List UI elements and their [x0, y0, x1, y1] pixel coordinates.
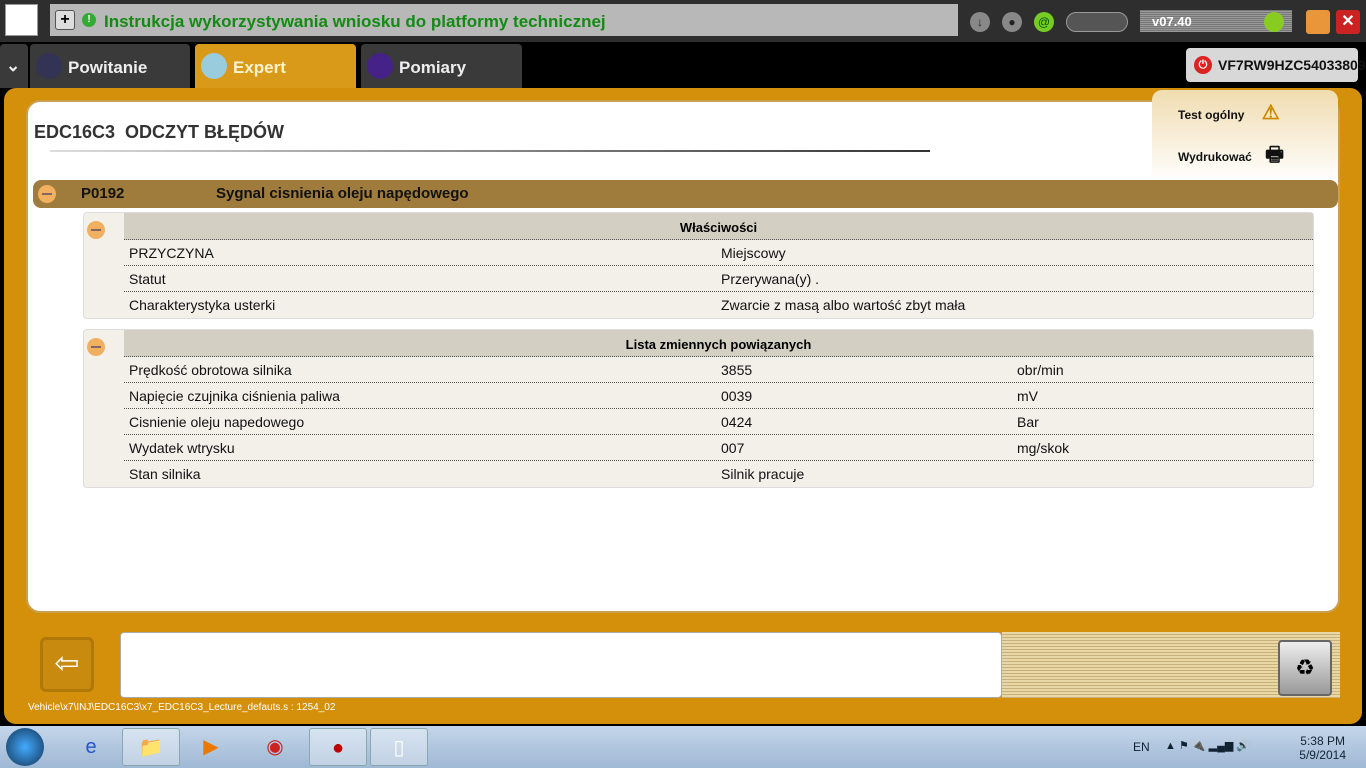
- fault-code: P0192: [81, 185, 125, 202]
- print-button[interactable]: Wydrukować 🖶: [1178, 140, 1284, 174]
- variables-table: Lista zmiennych powiązanych Prędkość obr…: [83, 329, 1314, 488]
- collapse-icon[interactable]: [87, 221, 105, 239]
- vin-label: VF7RW9HZC54033809: [1218, 57, 1366, 73]
- fault-description: Sygnal cisnienia oleju napędowego: [216, 185, 469, 202]
- table-header: Lista zmiennych powiązanych: [124, 330, 1313, 357]
- tab-label: Powitanie: [68, 58, 148, 77]
- document-icon[interactable]: ▯: [370, 728, 428, 766]
- recycle-bin-button[interactable]: ♻: [1278, 640, 1332, 696]
- row-value: 007: [721, 440, 745, 456]
- table-row: Prędkość obrotowa silnika 3855 obr/min: [124, 357, 1313, 383]
- volume-slider[interactable]: [1066, 12, 1128, 32]
- app-icon[interactable]: ●: [309, 728, 367, 766]
- power-icon: ⏻: [1194, 56, 1212, 74]
- row-value: 0039: [721, 388, 753, 404]
- chrome-icon[interactable]: ◉: [246, 728, 304, 766]
- message-box: [120, 632, 1002, 698]
- divider: [50, 150, 930, 152]
- tab-expert[interactable]: Expert: [195, 44, 356, 88]
- email-icon[interactable]: @: [1034, 12, 1054, 32]
- row-value: Silnik pracuje: [721, 466, 805, 482]
- tray-icons[interactable]: ▲ ⚑ 🔌 ▂▄▆ 🔊: [1165, 739, 1250, 752]
- collapse-icon[interactable]: [87, 338, 105, 356]
- page-title: EDC16C3 ODCZYT BŁĘDÓW: [34, 122, 285, 142]
- table-header: Właściwości: [124, 213, 1313, 240]
- test-general-button[interactable]: Test ogólny ⚠: [1178, 100, 1280, 125]
- row-value: 3855: [721, 362, 753, 378]
- fault-row[interactable]: P0192 Sygnal cisnienia oleju napędowego: [33, 180, 1338, 208]
- explorer-icon[interactable]: 📁: [122, 728, 180, 766]
- title-box: + ! Instrukcja wykorzystywania wniosku d…: [50, 4, 958, 36]
- row-value: Przerywana(y) .: [721, 271, 820, 287]
- info-icon: !: [82, 13, 96, 27]
- row-unit: obr/min: [1017, 362, 1064, 378]
- table-row: PRZYCZYNA Miejscowy: [124, 240, 1313, 266]
- row-label: Cisnienie oleju napedowego: [129, 414, 305, 430]
- clock[interactable]: 5:38 PM 5/9/2014: [1299, 734, 1346, 762]
- side-actions: Test ogólny ⚠ Wydrukować 🖶: [1152, 90, 1338, 182]
- ie-icon[interactable]: e: [62, 728, 120, 766]
- row-value: Zwarcie z masą albo wartość zbyt mała: [721, 297, 966, 313]
- row-label: Stan silnika: [129, 466, 201, 482]
- title-bar: + ! Instrukcja wykorzystywania wniosku d…: [0, 0, 1366, 42]
- compass-icon: [36, 53, 62, 79]
- window-title: Instrukcja wykorzystywania wniosku do pl…: [104, 12, 606, 31]
- language-indicator[interactable]: EN: [1133, 740, 1150, 754]
- row-label: PRZYCZYNA: [129, 245, 214, 261]
- lock-icon[interactable]: [1264, 12, 1284, 32]
- table-row: Stan silnika Silnik pracuje: [124, 461, 1313, 487]
- collapse-icon[interactable]: [38, 185, 56, 203]
- minimize-button[interactable]: [1306, 10, 1330, 34]
- magnifier-icon: [201, 53, 227, 79]
- printer-icon: 🖶: [1265, 144, 1285, 166]
- tab-pomiary[interactable]: Pomiary: [361, 44, 522, 88]
- tab-label: Expert: [233, 58, 286, 77]
- row-unit: mV: [1017, 388, 1038, 404]
- warning-folder-icon: ⚠: [1261, 102, 1280, 124]
- download-icon[interactable]: ↓: [970, 12, 990, 32]
- close-button[interactable]: ✕: [1336, 10, 1360, 34]
- row-label: Prędkość obrotowa silnika: [129, 362, 292, 378]
- row-label: Statut: [129, 271, 166, 287]
- expand-plus-icon[interactable]: +: [55, 10, 75, 30]
- chevron-down-icon[interactable]: ⌄: [0, 44, 28, 88]
- waveform-icon: [367, 53, 393, 79]
- test-label: Test ogólny: [1178, 108, 1245, 122]
- tab-powitanie[interactable]: Powitanie: [30, 44, 190, 88]
- table-row: Statut Przerywana(y) .: [124, 266, 1313, 292]
- taskbar: e 📁 ▶ ◉ ● ▯ EN ▲ ⚑ 🔌 ▂▄▆ 🔊 5:38 PM 5/9/20…: [0, 726, 1366, 768]
- row-label: Napięcie czujnika ciśnienia paliwa: [129, 388, 340, 404]
- citroen-logo: [5, 4, 38, 36]
- properties-table: Właściwości PRZYCZYNA Miejscowy Statut Prze…: [83, 212, 1314, 319]
- row-unit: Bar: [1017, 414, 1039, 430]
- media-player-icon[interactable]: ▶: [182, 728, 240, 766]
- back-button[interactable]: ⇦: [40, 637, 94, 692]
- tab-bar: ⌄ Powitanie Expert Pomiary: [0, 44, 1366, 88]
- row-label: Charakterystyka usterki: [129, 297, 276, 313]
- user-icon[interactable]: ●: [1002, 12, 1022, 32]
- status-path: Vehicle\x7\INJ\EDC16C3\x7_EDC16C3_Lectur…: [28, 702, 336, 713]
- time: 5:38 PM: [1300, 734, 1345, 748]
- row-label: Wydatek wtrysku: [129, 440, 235, 456]
- start-button[interactable]: [6, 728, 44, 766]
- row-value: 0424: [721, 414, 753, 430]
- date: 5/9/2014: [1299, 748, 1346, 762]
- table-row: Cisnienie oleju napedowego 0424 Bar: [124, 409, 1313, 435]
- row-unit: mg/skok: [1017, 440, 1070, 456]
- vin-button[interactable]: ⏻ VF7RW9HZC54033809: [1186, 48, 1366, 82]
- tab-label: Pomiary: [399, 58, 467, 77]
- table-row: Napięcie czujnika ciśnienia paliwa 0039 mV: [124, 383, 1313, 409]
- table-row: Charakterystyka usterki Zwarcie z masą al…: [124, 292, 1313, 318]
- print-label: Wydrukować: [1178, 150, 1252, 164]
- table-row: Wydatek wtrysku 007 mg/skok: [124, 435, 1313, 461]
- row-value: Miejscowy: [721, 245, 786, 261]
